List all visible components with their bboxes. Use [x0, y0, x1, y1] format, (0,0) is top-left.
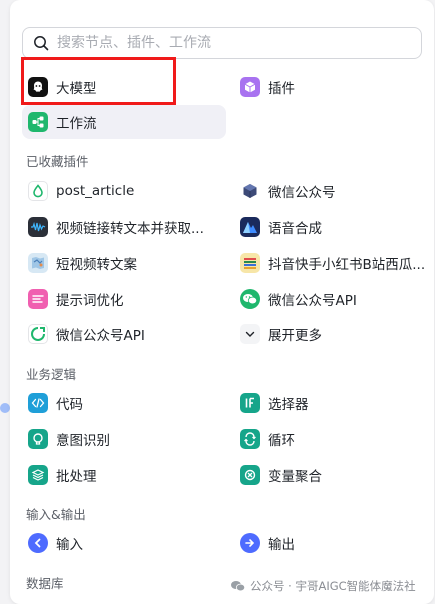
layers-icon — [28, 465, 48, 485]
item-label: 选择器 — [268, 397, 309, 413]
item-output[interactable]: 输出 — [234, 526, 426, 560]
item-short-video-to-copy[interactable]: 短视频转文案 — [22, 246, 222, 280]
section-title-io: 输入&输出 — [26, 507, 86, 522]
if-icon — [240, 393, 260, 413]
mountain-icon — [240, 217, 260, 237]
item-label: 输入 — [56, 537, 83, 553]
item-label: 插件 — [268, 81, 295, 97]
item-wechat-official-api-2[interactable]: 微信公众号API — [22, 317, 222, 351]
plugin-cube-icon — [240, 77, 260, 97]
search-icon — [34, 36, 49, 51]
highlight-box — [21, 57, 176, 105]
node-picker-panel: 大模型 插件 工作流 已收藏插件 post_ — [10, 0, 434, 604]
search-box[interactable] — [22, 27, 422, 59]
item-label: 短视频转文案 — [56, 257, 137, 273]
expand-more-button[interactable]: 展开更多 — [234, 317, 394, 351]
item-video-link-to-text[interactable]: 视频链接转文本并获取... — [22, 210, 228, 244]
green-loop-icon — [28, 324, 48, 344]
item-label: 输出 — [268, 537, 295, 553]
item-label: 工作流 — [56, 116, 97, 132]
watermark-text: 公众号 · 宇哥AIGC智能体魔法社 — [250, 579, 416, 593]
item-label: 微信公众号API — [268, 293, 357, 309]
wechat-watermark-icon — [231, 581, 246, 592]
item-douyin-kuaishou-parser[interactable]: 抖音快手小红书B站西瓜... — [234, 246, 430, 280]
loop-icon — [240, 429, 260, 449]
item-label: 语音合成 — [268, 221, 322, 237]
item-label: 微信公众号API — [56, 328, 145, 344]
item-label: 微信公众号 — [268, 185, 336, 201]
item-intent-recognition[interactable]: 意图识别 — [22, 422, 222, 456]
item-label: 提示词优化 — [56, 293, 124, 309]
section-title-logic: 业务逻辑 — [26, 367, 77, 382]
wechat-icon — [240, 289, 260, 309]
connector-dot — [0, 403, 10, 413]
video-wave-icon — [28, 217, 48, 237]
item-batch[interactable]: 批处理 — [22, 458, 222, 492]
item-label: 视频链接转文本并获取... — [56, 221, 204, 237]
chevron-down-icon — [240, 324, 260, 344]
item-speech-synthesis[interactable]: 语音合成 — [234, 210, 426, 244]
item-loop[interactable]: 循环 — [234, 422, 426, 456]
watermark: 公众号 · 宇哥AIGC智能体魔法社 — [230, 578, 416, 594]
item-code[interactable]: 代码 — [22, 386, 222, 420]
item-label: post_article — [56, 183, 135, 199]
item-label: 变量聚合 — [268, 469, 322, 485]
search-input[interactable] — [55, 34, 399, 52]
prompt-icon — [28, 289, 48, 309]
output-icon — [240, 533, 260, 553]
item-selector[interactable]: 选择器 — [234, 386, 426, 420]
item-label: 意图识别 — [56, 433, 110, 449]
item-label: 代码 — [56, 397, 83, 413]
item-wechat-official[interactable]: 微信公众号 — [234, 174, 426, 208]
item-prompt-optimize[interactable]: 提示词优化 — [22, 282, 222, 316]
map-icon — [28, 253, 48, 273]
input-icon — [28, 533, 48, 553]
item-label: 批处理 — [56, 469, 97, 485]
green-drop-icon — [28, 181, 48, 201]
item-plugin[interactable]: 插件 — [234, 70, 424, 104]
item-post-article[interactable]: post_article — [22, 174, 222, 208]
cube-icon — [240, 181, 260, 201]
item-workflow[interactable]: 工作流 — [22, 105, 226, 139]
item-label: 展开更多 — [268, 328, 322, 344]
section-title-favorites: 已收藏插件 — [26, 154, 89, 169]
code-icon — [28, 393, 48, 413]
item-wechat-official-api[interactable]: 微信公众号API — [234, 282, 426, 316]
item-label: 抖音快手小红书B站西瓜... — [268, 257, 426, 273]
intent-icon — [28, 429, 48, 449]
item-input[interactable]: 输入 — [22, 526, 222, 560]
item-variable-merge[interactable]: 变量聚合 — [234, 458, 426, 492]
section-title-database: 数据库 — [26, 576, 64, 591]
item-label: 循环 — [268, 433, 295, 449]
colorful-bars-icon — [240, 253, 260, 273]
workflow-icon — [28, 112, 48, 132]
merge-icon — [240, 465, 260, 485]
